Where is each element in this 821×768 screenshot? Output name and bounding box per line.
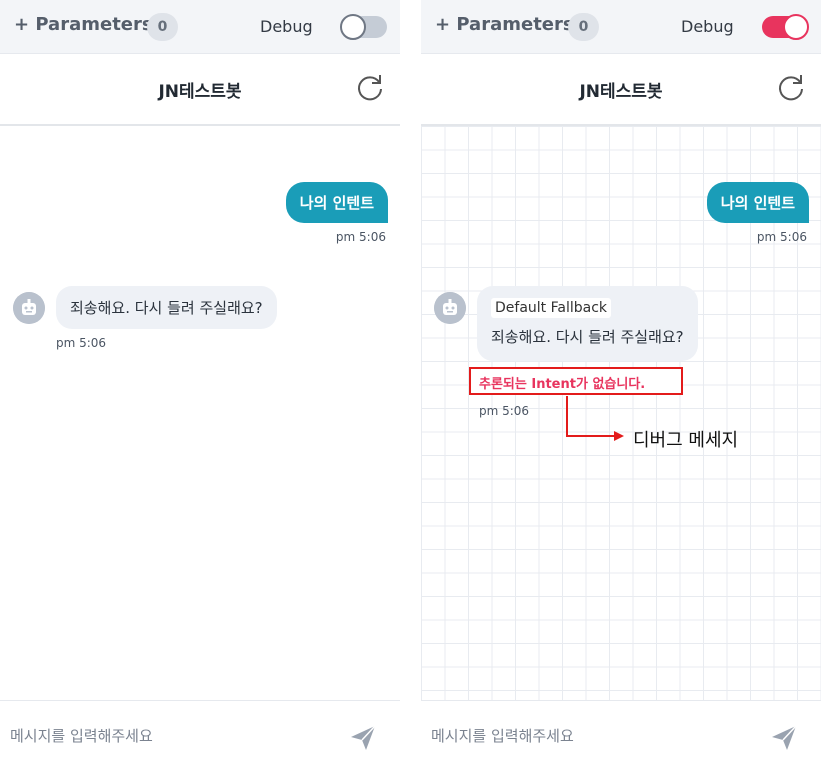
bot-title: JN테스트봇 — [158, 82, 242, 102]
debug-label: Debug — [260, 17, 313, 36]
send-icon[interactable] — [769, 723, 799, 753]
top-bar: + Parameters 0 Debug — [421, 0, 821, 54]
bot-message-time: pm 5:06 — [56, 336, 107, 350]
refresh-icon[interactable] — [776, 73, 806, 103]
title-bar: JN테스트봇 — [0, 54, 400, 126]
user-message-time: pm 5:06 — [756, 230, 807, 244]
bot-message-bubble: 죄송해요. 다시 들려 주실래요? — [56, 286, 277, 329]
debug-message-box: 추론되는 Intent가 없습니다. — [469, 367, 683, 395]
toggle-knob — [340, 14, 366, 40]
user-message-time: pm 5:06 — [335, 230, 386, 244]
message-input[interactable] — [431, 721, 751, 751]
bot-message-text: 죄송해요. 다시 들려 주실래요? — [491, 328, 684, 346]
user-message-bubble: 나의 인텐트 — [706, 182, 809, 223]
intent-tag: Default Fallback — [491, 298, 611, 318]
parameters-count-badge: 0 — [147, 13, 178, 41]
bot-title: JN테스트봇 — [579, 82, 663, 102]
top-bar: + Parameters 0 Debug — [0, 0, 400, 54]
chat-area: 나의 인텐트 pm 5:06 죄송해요. 다시 들려 주실래요? pm 5:06 — [0, 126, 400, 700]
toggle-knob — [783, 14, 809, 40]
debug-toggle[interactable] — [340, 14, 387, 40]
debug-toggle[interactable] — [762, 14, 809, 40]
chat-panel-debug-off: + Parameters 0 Debug JN테스트봇 나의 인텐트 pm 5:… — [0, 0, 400, 768]
message-input[interactable] — [10, 721, 330, 751]
parameters-button[interactable]: + Parameters — [435, 14, 574, 35]
refresh-icon[interactable] — [355, 73, 385, 103]
chat-panel-debug-on: + Parameters 0 Debug JN테스트봇 나의 인텐트 pm 5:… — [421, 0, 821, 768]
bot-avatar-icon — [13, 292, 45, 324]
user-message-bubble: 나의 인텐트 — [285, 182, 388, 223]
bot-message-time: pm 5:06 — [479, 404, 530, 418]
parameters-count-badge: 0 — [568, 13, 599, 41]
message-input-bar — [421, 700, 821, 768]
send-icon[interactable] — [348, 723, 378, 753]
title-bar: JN테스트봇 — [421, 54, 821, 126]
bot-message-bubble: Default Fallback 죄송해요. 다시 들려 주실래요? — [477, 286, 698, 361]
message-input-bar — [0, 700, 400, 768]
debug-message-text: 추론되는 Intent가 없습니다. — [479, 377, 646, 392]
parameters-button[interactable]: + Parameters — [14, 14, 153, 35]
bot-avatar-icon — [434, 292, 466, 324]
chat-area: 나의 인텐트 pm 5:06 Default Fallback 죄송해요. 다시… — [421, 126, 821, 700]
debug-label: Debug — [681, 17, 734, 36]
annotation-label: 디버그 메세지 — [633, 430, 739, 451]
